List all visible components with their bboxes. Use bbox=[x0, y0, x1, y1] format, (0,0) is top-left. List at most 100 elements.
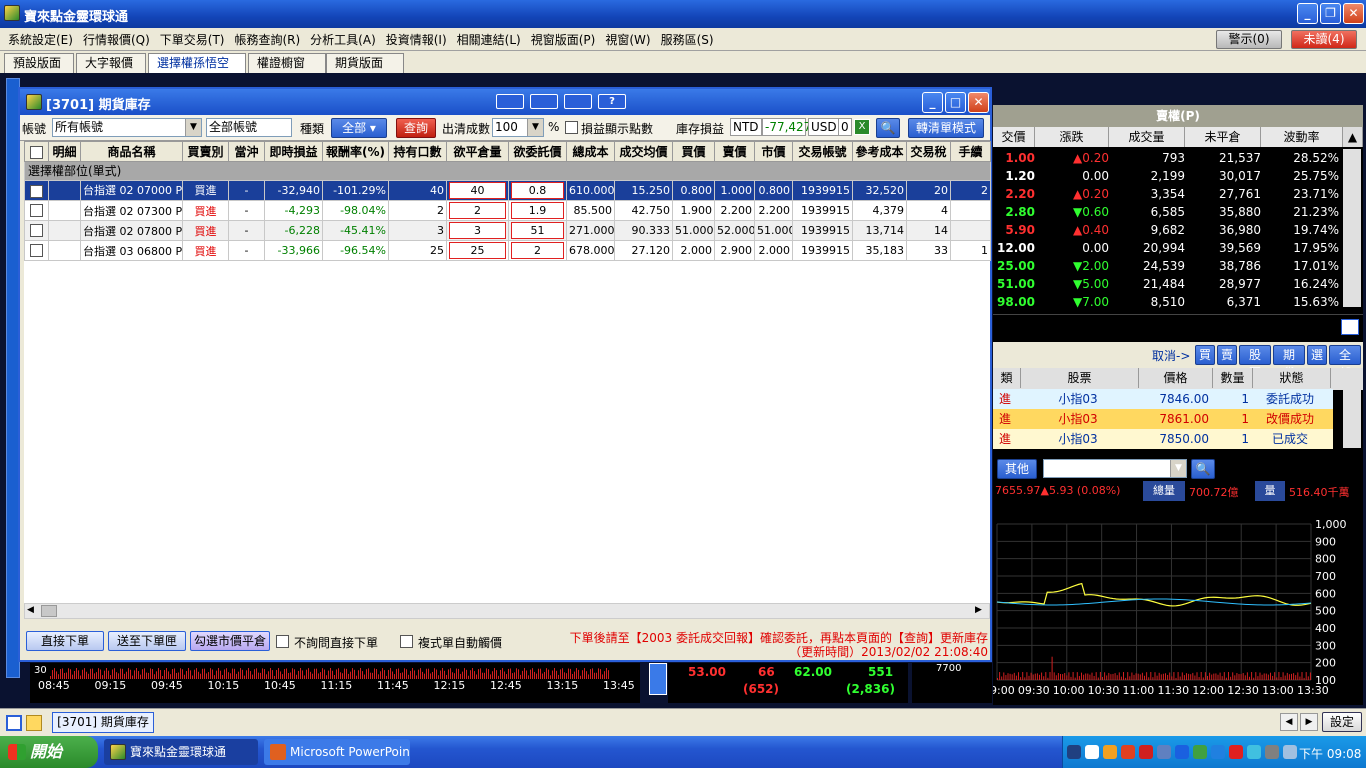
market-close-button[interactable]: 勾選市價平倉 bbox=[190, 631, 270, 651]
col-header-5[interactable]: 報酬率(%) bbox=[322, 141, 389, 162]
market-select[interactable]: 市加權 ▼ bbox=[1043, 459, 1187, 478]
order-scrollbar[interactable] bbox=[1343, 368, 1361, 448]
col-header-11[interactable]: 買價 bbox=[672, 141, 715, 162]
cell-close-qty[interactable]: 40 bbox=[446, 180, 509, 201]
sound-icon[interactable] bbox=[1283, 745, 1297, 759]
menu-item-1[interactable]: 行情報價(Q) bbox=[83, 31, 150, 48]
menu-item-9[interactable]: 服務區(S) bbox=[661, 31, 714, 48]
cancel-btn-0[interactable]: 買 bbox=[1195, 345, 1216, 365]
col-header-13[interactable]: 市價 bbox=[754, 141, 793, 162]
tab-futures[interactable]: 期貨版面 bbox=[326, 53, 404, 73]
table-row[interactable]: 台指選 02 07000 P 買進 - -32,940 -101.29% 40 40 0.8 6… bbox=[24, 180, 991, 201]
menu-item-7[interactable]: 視窗版面(P) bbox=[531, 31, 596, 48]
bluetooth-icon[interactable] bbox=[1175, 745, 1189, 759]
query-button[interactable]: 查詢 bbox=[396, 118, 436, 138]
switch-list-mode-button[interactable]: 轉清單模式 bbox=[908, 118, 984, 138]
row-checkbox[interactable] bbox=[24, 240, 49, 261]
show-points-checkbox[interactable] bbox=[565, 121, 578, 134]
cell-close-qty[interactable]: 2 bbox=[446, 200, 509, 221]
cancel-btn-4[interactable]: 選 bbox=[1307, 345, 1328, 365]
cell-close-qty[interactable]: 25 bbox=[446, 240, 509, 261]
close-button[interactable]: ✕ bbox=[1343, 3, 1364, 24]
minimize-button[interactable]: _ bbox=[1297, 3, 1318, 24]
col-header-4[interactable]: 即時損益 bbox=[264, 141, 323, 162]
menu-item-2[interactable]: 下單交易(T) bbox=[160, 31, 225, 48]
direct-order-button[interactable]: 直接下單 bbox=[26, 631, 104, 651]
video-icon[interactable] bbox=[564, 94, 592, 109]
account-all-field[interactable]: 全部帳號 bbox=[206, 118, 292, 137]
quote-row[interactable]: 5.90 ▲0.40 9,682 36,980 19.74% bbox=[993, 221, 1363, 239]
update-icon[interactable] bbox=[1211, 745, 1225, 759]
globe-icon[interactable] bbox=[1247, 745, 1261, 759]
col-header-12[interactable]: 賣價 bbox=[714, 141, 755, 162]
dialog-close-button[interactable]: ✕ bbox=[968, 92, 989, 113]
auto-trigger-checkbox[interactable] bbox=[400, 635, 413, 648]
bg-scroll-handle[interactable] bbox=[649, 663, 667, 695]
col-header-16[interactable]: 交易稅 bbox=[906, 141, 951, 162]
exit-ratio-select[interactable]: 100 ▼ bbox=[492, 118, 544, 137]
cancel-btn-5[interactable]: 全部 bbox=[1329, 345, 1361, 380]
send-to-tray-button[interactable]: 送至下單匣 bbox=[108, 631, 186, 651]
next-icon[interactable]: ▶ bbox=[1300, 713, 1318, 731]
grid-horizontal-scrollbar[interactable]: ◀ ▶ bbox=[24, 603, 990, 619]
row-checkbox[interactable] bbox=[24, 200, 49, 221]
cancel-btn-2[interactable]: 股票 bbox=[1239, 345, 1272, 380]
select-all-checkbox[interactable] bbox=[24, 141, 49, 162]
volume-icon[interactable] bbox=[1265, 745, 1279, 759]
settings-button[interactable]: 設定 bbox=[1322, 712, 1362, 732]
unread-button[interactable]: 未讀(4) bbox=[1291, 30, 1357, 49]
tab-default[interactable]: 預設版面 bbox=[4, 53, 74, 73]
order-row[interactable]: 進 小指03 7850.00 1 已成交 bbox=[993, 429, 1333, 449]
market-search-icon[interactable]: 🔍 bbox=[1191, 459, 1215, 479]
menu-item-0[interactable]: 系統設定(E) bbox=[8, 31, 73, 48]
layout-icon[interactable] bbox=[496, 94, 524, 109]
tab-big-quote[interactable]: 大字報價 bbox=[76, 53, 146, 73]
table-row[interactable]: 台指選 02 07300 P 買進 - -4,293 -98.04% 2 2 1.9 85.50… bbox=[24, 200, 991, 221]
window-item-futures-inventory[interactable]: [3701] 期貨庫存 bbox=[52, 712, 154, 733]
col-header-10[interactable]: 成交均價 bbox=[614, 141, 673, 162]
flash-icon[interactable] bbox=[1229, 745, 1243, 759]
scroll-right-icon[interactable]: ▶ bbox=[975, 605, 982, 615]
window-list-icon[interactable] bbox=[6, 715, 22, 731]
col-header-9[interactable]: 總成本 bbox=[566, 141, 615, 162]
col-header-0[interactable]: 明細 bbox=[48, 141, 81, 162]
scroll-thumb[interactable] bbox=[41, 605, 57, 617]
order-row[interactable]: 進 小指03 7846.00 1 委託成功 bbox=[993, 389, 1333, 409]
ime-icon[interactable] bbox=[1121, 745, 1135, 759]
menu-item-4[interactable]: 分析工具(A) bbox=[310, 31, 376, 48]
quote-row[interactable]: 1.20 0.00 2,199 30,017 25.75% bbox=[993, 167, 1363, 185]
cancel-btn-1[interactable]: 賣 bbox=[1217, 345, 1238, 365]
menu-item-3[interactable]: 帳務查詢(R) bbox=[234, 31, 300, 48]
alert-button[interactable]: 警示(0) bbox=[1216, 30, 1282, 49]
col-header-2[interactable]: 買賣別 bbox=[182, 141, 229, 162]
col-header-14[interactable]: 交易帳號 bbox=[792, 141, 853, 162]
taskbar-app-item[interactable]: 寶來點金靈環球通 bbox=[104, 739, 258, 765]
row-checkbox[interactable] bbox=[24, 180, 49, 201]
scroll-left-icon[interactable]: ◀ bbox=[27, 605, 34, 615]
col-header-17[interactable]: 手續 bbox=[950, 141, 991, 162]
cell-close-qty[interactable]: 3 bbox=[446, 220, 509, 241]
menu-item-6[interactable]: 相關連結(L) bbox=[457, 31, 521, 48]
cancel-btn-3[interactable]: 期貨 bbox=[1273, 345, 1305, 380]
col-header-7[interactable]: 欲平倉量 bbox=[446, 141, 509, 162]
quote-row[interactable]: 25.00 ▼2.00 24,539 38,786 17.01% bbox=[993, 257, 1363, 275]
col-header-1[interactable]: 商品名稱 bbox=[80, 141, 183, 162]
prev-icon[interactable]: ◀ bbox=[1280, 713, 1298, 731]
excel-export-icon[interactable]: X bbox=[854, 119, 870, 135]
cell-order-price[interactable]: 51 bbox=[508, 220, 567, 241]
network-icon[interactable] bbox=[1067, 745, 1081, 759]
back-icon[interactable] bbox=[1085, 745, 1099, 759]
order-row[interactable]: 進 小指03 7861.00 1 改價成功 bbox=[993, 409, 1333, 429]
other-button[interactable]: 其他 bbox=[997, 459, 1037, 479]
quote-row[interactable]: 1.00 ▲0.20 793 21,537 28.52% bbox=[993, 149, 1363, 167]
scroll-up-icon[interactable]: ▲ bbox=[1343, 127, 1363, 147]
col-header-8[interactable]: 欲委託價 bbox=[508, 141, 567, 162]
quote-row[interactable]: 2.20 ▲0.20 3,354 27,761 23.71% bbox=[993, 185, 1363, 203]
col-header-15[interactable]: 參考成本 bbox=[852, 141, 907, 162]
dialog-maximize-button[interactable]: □ bbox=[945, 92, 966, 113]
tab-option-wukong[interactable]: 選擇權孫悟空 bbox=[148, 53, 246, 73]
monitor-icon[interactable] bbox=[1157, 745, 1171, 759]
dialog-minimize-button[interactable]: _ bbox=[922, 92, 943, 113]
security-icon[interactable] bbox=[1193, 745, 1207, 759]
account-select[interactable]: 所有帳號 ▼ bbox=[52, 118, 202, 137]
